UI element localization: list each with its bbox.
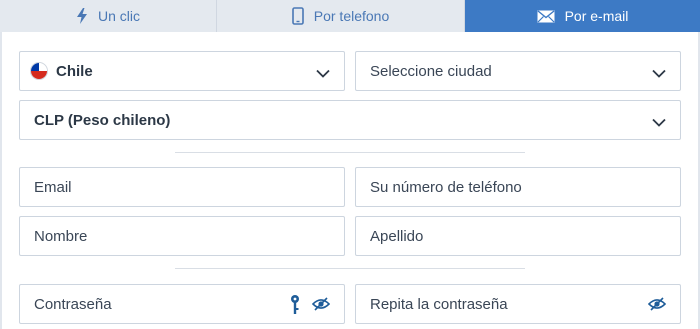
email-field[interactable]: Email: [19, 167, 345, 207]
currency-value: CLP (Peso chileno): [34, 111, 171, 129]
phone-field[interactable]: Su número de teléfono: [355, 167, 681, 207]
first-name-placeholder: Nombre: [34, 227, 88, 245]
city-placeholder: Seleccione ciudad: [370, 62, 492, 80]
first-name-field[interactable]: Nombre: [19, 216, 345, 256]
country-value: Chile: [56, 62, 93, 80]
show-password-icon[interactable]: [647, 297, 667, 315]
last-name-field[interactable]: Apellido: [355, 216, 681, 256]
currency-select[interactable]: CLP (Peso chileno): [19, 100, 681, 140]
chevron-down-icon: [652, 114, 666, 131]
show-password-icon[interactable]: [311, 297, 331, 315]
tab-by-email-label: Por e-mail: [564, 8, 629, 24]
email-placeholder: Email: [34, 178, 72, 196]
city-select[interactable]: Seleccione ciudad: [355, 51, 681, 91]
section-divider: [175, 268, 525, 269]
tab-one-click[interactable]: Un clic: [0, 0, 217, 32]
key-icon[interactable]: [290, 294, 300, 320]
password-field[interactable]: Contraseña: [19, 284, 345, 324]
tab-by-email[interactable]: Por e-mail: [465, 0, 700, 32]
tab-by-phone[interactable]: Por telefono: [217, 0, 465, 32]
repeat-password-field[interactable]: Repita la contraseña: [355, 284, 681, 324]
lightning-icon: [76, 8, 88, 24]
phone-placeholder: Su número de teléfono: [370, 178, 522, 196]
password-placeholder: Contraseña: [34, 295, 112, 313]
chile-flag-icon: [30, 62, 48, 80]
tab-by-phone-label: Por telefono: [313, 8, 390, 24]
last-name-placeholder: Apellido: [370, 227, 424, 245]
envelope-icon: [537, 9, 555, 23]
chevron-down-icon: [652, 65, 666, 82]
tab-one-click-label: Un clic: [97, 8, 140, 24]
registration-method-tabs: Un clic Por telefono Por e-mail: [0, 0, 700, 32]
section-divider: [175, 152, 525, 153]
country-select[interactable]: Chile: [19, 51, 345, 91]
chevron-down-icon: [316, 65, 330, 82]
phone-icon: [291, 7, 304, 25]
repeat-password-placeholder: Repita la contraseña: [370, 295, 508, 313]
